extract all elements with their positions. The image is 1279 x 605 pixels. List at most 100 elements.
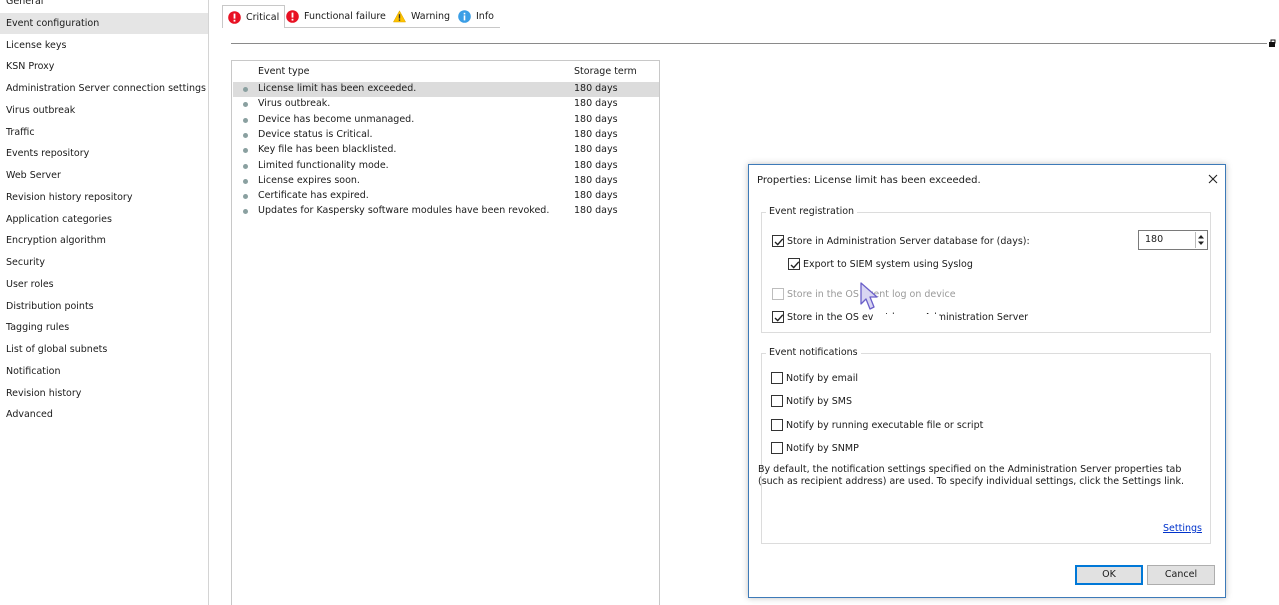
sidebar-item[interactable]: License keys (0, 35, 208, 56)
sidebar-item[interactable]: Traffic (0, 122, 208, 143)
group-label: Event registration (766, 206, 858, 217)
table-row[interactable]: Device status is Critical. 180 days (233, 128, 659, 143)
event-status-icon (243, 194, 248, 200)
critical-icon (228, 10, 241, 24)
sidebar-item[interactable]: General (0, 0, 208, 12)
checkbox-box[interactable] (771, 395, 783, 407)
event-type-cell: Key file has been blacklisted. (258, 144, 397, 156)
store-db-checkbox[interactable]: Store in Administration Server database … (772, 235, 1030, 247)
event-type-cell: Updates for Kaspersky software modules h… (258, 205, 550, 217)
sidebar-item[interactable]: Notification (0, 361, 208, 382)
storage-term-cell: 180 days (574, 190, 618, 202)
checkbox-box[interactable] (771, 372, 783, 384)
sidebar-item[interactable]: Administration Server connection setting… (0, 78, 208, 99)
notify-sms-checkbox[interactable]: Notify by SMS (771, 395, 852, 407)
sidebar-item[interactable]: Event configuration (0, 12, 208, 34)
sidebar-item[interactable]: User roles (0, 274, 208, 295)
sidebar-item[interactable]: Application categories (0, 209, 208, 230)
tab-info[interactable]: Info (452, 5, 500, 27)
notify-email-checkbox[interactable]: Notify by email (771, 372, 858, 384)
mouse-cursor-icon (860, 282, 878, 310)
checkbox-box[interactable] (771, 442, 783, 454)
sidebar-item[interactable]: Distribution points (0, 296, 208, 317)
table-row[interactable]: Updates for Kaspersky software modules h… (233, 204, 659, 219)
table-row[interactable]: Certificate has expired. 180 days (233, 189, 659, 204)
tab-functional-failure[interactable]: Functional failure (280, 5, 392, 27)
settings-sidebar: General Event configuration License keys KS… (0, 0, 209, 605)
info-icon (458, 10, 471, 23)
checkbox-label: Notify by running executable file or scr… (786, 419, 984, 431)
checkbox-box[interactable] (772, 311, 784, 323)
event-notifications-group: Event notifications Notify by email Noti… (761, 347, 1211, 544)
table-row[interactable]: Limited functionality mode. 180 days (233, 159, 659, 174)
event-status-icon (243, 163, 248, 169)
checkmark-icon (790, 261, 800, 269)
checkbox-label: Notify by SMS (786, 395, 853, 407)
column-header-storage-term[interactable]: Storage term (574, 66, 637, 77)
sidebar-item[interactable]: Tagging rules (0, 317, 208, 338)
event-type-cell: License limit has been exceeded. (258, 83, 417, 94)
warning-icon (393, 10, 406, 23)
notify-snmp-checkbox[interactable]: Notify by SNMP (771, 442, 859, 454)
event-status-icon (243, 209, 248, 215)
checkbox-box[interactable] (788, 258, 800, 270)
close-icon[interactable] (1205, 171, 1221, 187)
storage-term-cell: 180 days (574, 159, 618, 171)
event-type-cell: Device has become unmanaged. (258, 113, 415, 125)
storage-term-cell: 180 days (574, 128, 618, 140)
table-row[interactable]: Device has become unmanaged. 180 days (233, 113, 659, 128)
sidebar-item[interactable]: List of global subnets (0, 339, 208, 360)
storage-term-cell: 180 days (574, 205, 618, 217)
sidebar-item[interactable]: Events repository (0, 143, 208, 164)
checkbox-label: Store in Administration Server database … (787, 235, 1030, 247)
properties-dialog: Properties: License limit has been excee… (748, 164, 1226, 598)
cancel-button[interactable]: Cancel (1147, 565, 1215, 585)
section-divider (231, 43, 1267, 44)
storage-term-cell: 180 days (574, 83, 618, 94)
storage-term-cell: 180 days (574, 144, 618, 156)
event-type-cell: Certificate has expired. (258, 190, 369, 202)
table-row[interactable]: License limit has been exceeded. 180 days (233, 82, 659, 97)
checkbox-box[interactable] (771, 419, 783, 431)
event-status-icon (243, 132, 248, 138)
ok-button[interactable]: OK (1075, 565, 1143, 585)
table-row[interactable]: Virus outbreak. 180 days (233, 97, 659, 112)
checkmark-icon (774, 238, 784, 246)
tab-warning[interactable]: Warning (387, 5, 456, 27)
sidebar-item[interactable]: KSN Proxy (0, 56, 208, 77)
sidebar-item[interactable]: Web Server (0, 165, 208, 186)
pin-icon[interactable] (1268, 39, 1277, 48)
sidebar-item[interactable]: Revision history (0, 383, 208, 404)
table-row[interactable]: License expires soon. 180 days (233, 174, 659, 189)
event-type-cell: Device status is Critical. (258, 128, 373, 140)
redaction-mask (873, 314, 939, 326)
checkmark-icon (774, 314, 784, 322)
spinner-arrows-icon (1198, 235, 1204, 245)
event-status-icon (243, 117, 248, 123)
tab-critical[interactable]: Critical (222, 5, 286, 28)
sidebar-item[interactable]: Security (0, 252, 208, 273)
storage-term-cell: 180 days (574, 174, 618, 186)
days-spinner[interactable] (1195, 232, 1206, 248)
event-registration-group: Event registration Store in Administrati… (761, 206, 1211, 333)
notification-note: By default, the notification settings sp… (758, 464, 1184, 487)
sidebar-item[interactable]: Encryption algorithm (0, 230, 208, 251)
tab-label: Critical (246, 11, 280, 23)
notify-script-checkbox[interactable]: Notify by running executable file or scr… (771, 419, 983, 431)
event-type-cell: Virus outbreak. (258, 98, 331, 110)
storage-term-cell: 180 days (574, 113, 618, 125)
storage-days-input[interactable]: 180 (1138, 230, 1208, 250)
storage-days-value: 180 (1145, 234, 1164, 245)
tab-label: Info (476, 11, 494, 22)
settings-link[interactable]: Settings (1163, 523, 1202, 534)
checkbox-label: Notify by email (786, 372, 858, 384)
sidebar-item[interactable]: Virus outbreak (0, 100, 208, 121)
checkbox-box[interactable] (772, 235, 784, 247)
sidebar-item[interactable]: Revision history repository (0, 187, 208, 208)
sidebar-item[interactable]: Advanced (0, 404, 208, 425)
export-siem-checkbox[interactable]: Export to SIEM system using Syslog (788, 258, 973, 270)
events-table: Event type Storage term License limit ha… (231, 60, 660, 605)
column-header-event-type[interactable]: Event type (258, 66, 309, 77)
event-type-cell: Limited functionality mode. (258, 159, 389, 171)
table-row[interactable]: Key file has been blacklisted. 180 days (233, 143, 659, 158)
